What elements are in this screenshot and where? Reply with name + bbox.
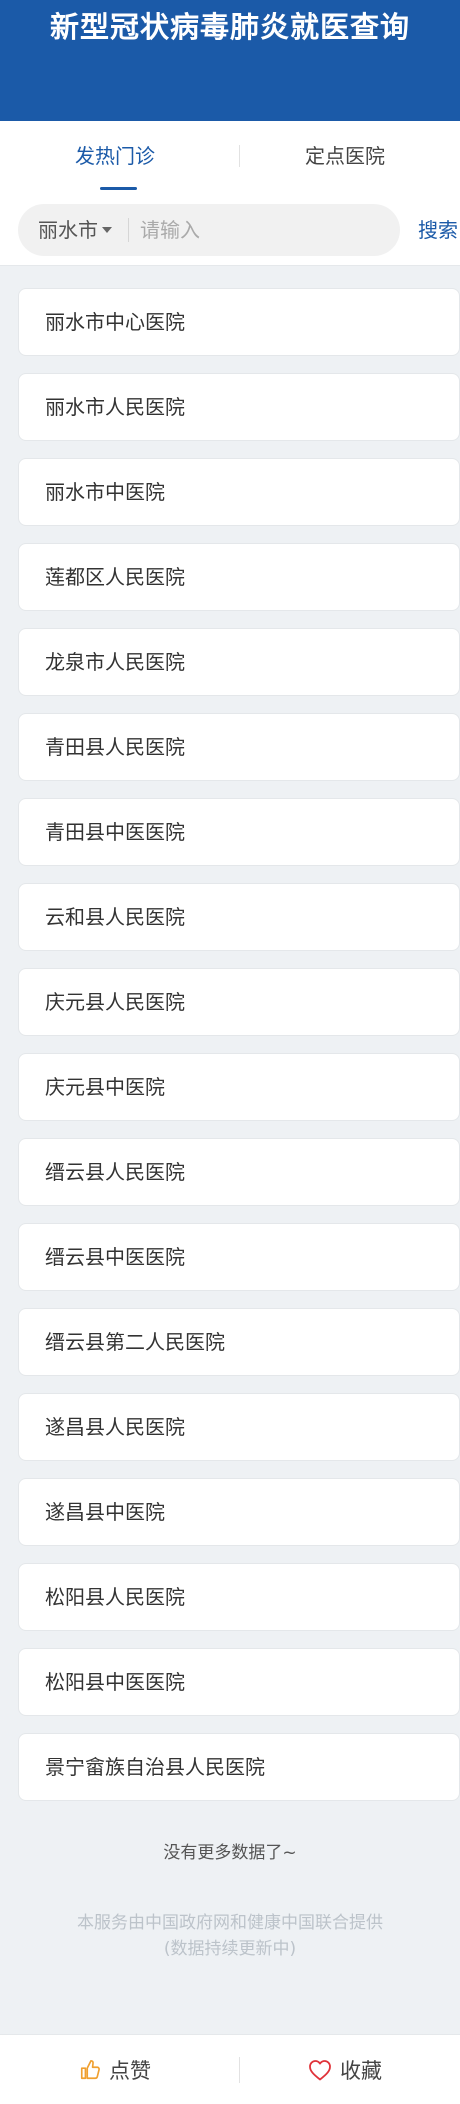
- hospital-list-item[interactable]: 丽水市人民医院: [18, 373, 460, 441]
- footer-note: 本服务由中国政府网和健康中国联合提供 (数据持续更新中): [0, 1910, 460, 1962]
- favorite-label: 收藏: [340, 2059, 382, 2083]
- hospital-list-item[interactable]: 遂昌县中医院: [18, 1478, 460, 1546]
- search-divider: [128, 218, 129, 242]
- caret-down-icon: [102, 226, 112, 233]
- hospital-list-item[interactable]: 龙泉市人民医院: [18, 628, 460, 696]
- search-input[interactable]: [140, 212, 390, 248]
- hospital-list-item[interactable]: 缙云县中医医院: [18, 1223, 460, 1291]
- search-bar: 丽水市 搜索: [0, 191, 460, 266]
- hospital-list-item[interactable]: 松阳县人民医院: [18, 1563, 460, 1631]
- hospital-list-item[interactable]: 景宁畲族自治县人民医院: [18, 1733, 460, 1801]
- page-title: 新型冠状病毒肺炎就医查询: [49, 10, 410, 44]
- thumbs-up-icon: [80, 2060, 100, 2080]
- footer-line-1: 本服务由中国政府网和健康中国联合提供: [77, 1913, 383, 1933]
- hospital-list-item[interactable]: 云和县人民医院: [18, 883, 460, 951]
- hospital-list-item[interactable]: 遂昌县人民医院: [18, 1393, 460, 1461]
- hospital-list-item[interactable]: 松阳县中医医院: [18, 1648, 460, 1716]
- like-button[interactable]: 点赞: [0, 2035, 230, 2104]
- hospital-list-item[interactable]: 丽水市中心医院: [18, 288, 460, 356]
- hospital-list-item[interactable]: 青田县中医医院: [18, 798, 460, 866]
- hospital-list-item[interactable]: 青田县人民医院: [18, 713, 460, 781]
- hospital-list-item[interactable]: 缙云县人民医院: [18, 1138, 460, 1206]
- hospital-list-item[interactable]: 庆元县中医院: [18, 1053, 460, 1121]
- search-button[interactable]: 搜索: [418, 204, 458, 256]
- tab-fever-clinic[interactable]: 发热门诊: [0, 121, 230, 191]
- header: 新型冠状病毒肺炎就医查询: [0, 0, 460, 121]
- hospital-list-item[interactable]: 庆元县人民医院: [18, 968, 460, 1036]
- hospital-list-item[interactable]: 丽水市中医院: [18, 458, 460, 526]
- footer-line-2: (数据持续更新中): [163, 1939, 297, 1959]
- city-selector[interactable]: 丽水市: [38, 204, 112, 256]
- like-label: 点赞: [109, 2059, 151, 2083]
- tab-designated-hospital[interactable]: 定点医院: [230, 121, 460, 191]
- tab-bar: 发热门诊 定点医院: [0, 121, 460, 191]
- active-tab-indicator: [100, 187, 137, 190]
- city-label: 丽水市: [38, 218, 98, 242]
- list-end-text: 没有更多数据了~: [163, 1843, 297, 1863]
- hospital-list-item[interactable]: 莲都区人民医院: [18, 543, 460, 611]
- favorite-button[interactable]: 收藏: [230, 2035, 460, 2104]
- bottom-bar: 点赞 收藏: [0, 2034, 460, 2104]
- heart-icon: [309, 2060, 331, 2081]
- hospital-list-item[interactable]: 缙云县第二人民医院: [18, 1308, 460, 1376]
- search-box: 丽水市: [18, 204, 400, 256]
